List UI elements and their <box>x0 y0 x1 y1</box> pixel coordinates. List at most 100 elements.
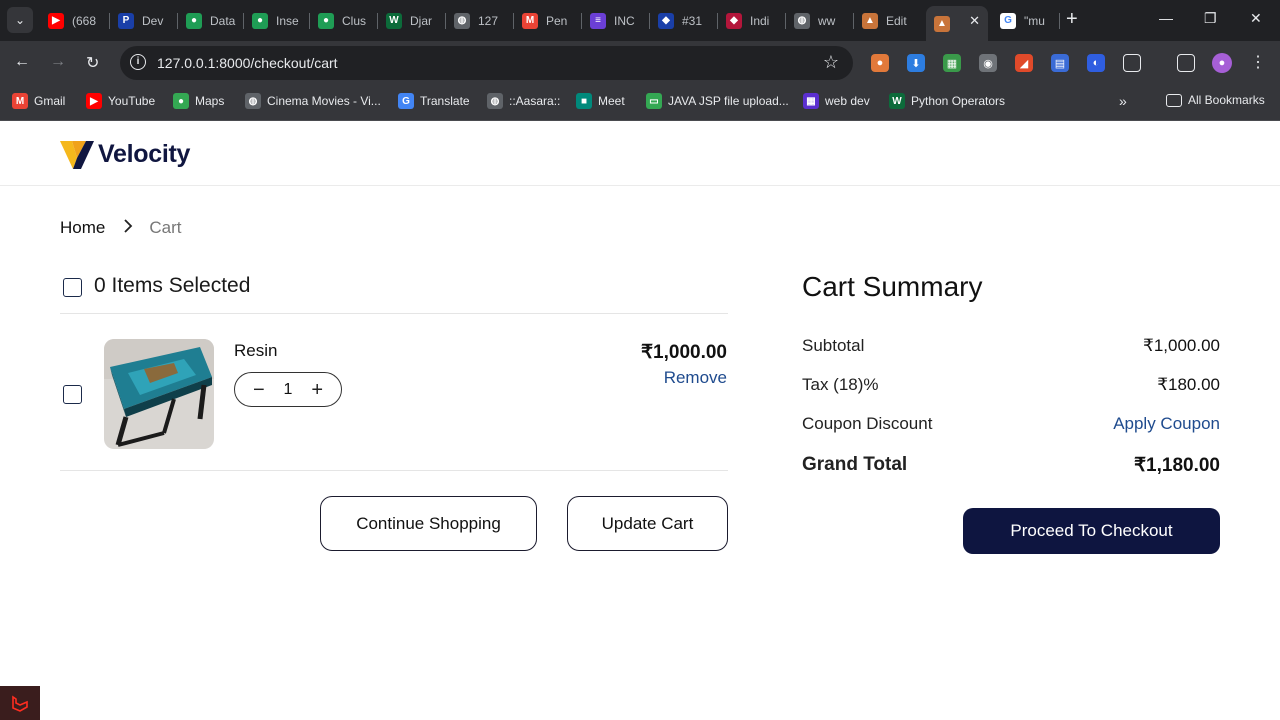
bookmarks-bar: M Gmail ▶ YouTube ● Maps ◍ Cinema Movies - V… <box>0 85 1280 121</box>
browser-toolbar: ← → ↻ i 127.0.0.1:8000/checkout/cart ☆ ●… <box>0 41 1280 85</box>
tab-title: INC <box>614 13 635 28</box>
apply-coupon-link[interactable]: Apply Coupon <box>1113 414 1220 434</box>
site-info-icon[interactable]: i <box>130 54 146 70</box>
tab-title: Dev <box>142 13 164 28</box>
bookmark-label: Translate <box>420 94 470 108</box>
globe-icon: ◍ <box>794 12 810 29</box>
quantity-stepper: − 1 + <box>234 372 342 407</box>
tab-title: 127 <box>478 13 499 28</box>
back-arrow-icon[interactable]: ← <box>14 53 30 71</box>
url-text[interactable]: 127.0.0.1:8000/checkout/cart <box>157 55 338 71</box>
forward-arrow-icon[interactable]: → <box>50 53 66 71</box>
extension-icon[interactable]: ◢ <box>1015 54 1033 72</box>
browser-tab[interactable]: ● Data <box>178 6 244 35</box>
velocity-logo-icon <box>60 141 94 169</box>
items-selected-label: 0 Items Selected <box>94 274 251 297</box>
close-window-icon[interactable]: ✕ <box>1250 10 1262 27</box>
browser-tab[interactable]: G "mu <box>992 6 1060 35</box>
minus-icon[interactable]: − <box>253 380 265 400</box>
bookmark-java-jsp[interactable]: ▭ JAVA JSP file upload... <box>646 93 789 109</box>
side-panel-icon[interactable] <box>1177 54 1195 72</box>
bookmark-label: Cinema Movies - Vi... <box>267 94 381 108</box>
browser-tab[interactable]: ▶ (668 <box>40 6 110 35</box>
subtotal-value: ₹1,000.00 <box>1143 336 1220 355</box>
profile-avatar-icon[interactable]: ● <box>1212 53 1232 73</box>
browser-tab[interactable]: ◍ 127 <box>446 6 514 35</box>
bookmark-gmail[interactable]: M Gmail <box>12 93 65 109</box>
bookmark-cinema[interactable]: ◍ Cinema Movies - Vi... <box>245 93 381 109</box>
product-thumbnail[interactable] <box>104 339 214 449</box>
tab-title: Inse <box>276 13 299 28</box>
product-name[interactable]: Resin <box>234 341 277 361</box>
bookmark-python-operators[interactable]: W Python Operators <box>889 93 1005 109</box>
bookmark-star-icon[interactable]: ☆ <box>823 52 839 73</box>
tab-title: Pen <box>546 13 568 28</box>
proceed-to-checkout-button[interactable]: Proceed To Checkout <box>963 508 1220 554</box>
breadcrumb-home-link[interactable]: Home <box>60 218 105 238</box>
browser-tab-active[interactable]: ▲ ✕ <box>926 6 988 41</box>
tab-title: #31 <box>682 13 703 28</box>
gmail-icon: M <box>12 93 28 109</box>
restore-icon[interactable]: ❐ <box>1204 10 1217 27</box>
more-bookmarks-chevron-icon[interactable]: » <box>1119 93 1127 109</box>
browser-tab[interactable]: ≡ INC <box>582 6 650 35</box>
tax-value: ₹180.00 <box>1157 375 1220 394</box>
tab-title: Indi <box>750 13 770 28</box>
puzzle-extensions-icon[interactable] <box>1123 54 1141 72</box>
sheet-extension-icon[interactable]: ▦ <box>943 54 961 72</box>
new-tab-button[interactable]: + <box>1066 9 1078 29</box>
continue-shopping-button[interactable]: Continue Shopping <box>320 496 537 551</box>
browser-tab[interactable]: ◍ ww <box>786 6 854 35</box>
select-all-checkbox[interactable] <box>63 278 82 297</box>
browser-tab[interactable]: ● Inse <box>244 6 310 35</box>
page-favicon-icon: ▦ <box>803 93 819 109</box>
remove-item-link[interactable]: Remove <box>664 368 727 388</box>
brand-name: Velocity <box>98 139 191 168</box>
tab-search-button[interactable]: ⌄ <box>7 7 33 33</box>
resin-table-image <box>104 339 214 449</box>
reload-icon[interactable]: ↻ <box>86 53 99 73</box>
plus-icon[interactable]: + <box>311 380 323 400</box>
bookmark-youtube[interactable]: ▶ YouTube <box>86 93 155 109</box>
bookmark-aasara[interactable]: ◍::Aasara:: <box>487 93 560 109</box>
coupon-discount-label: Coupon Discount <box>802 414 933 433</box>
extension-icon[interactable]: ▤ <box>1051 54 1069 72</box>
tab-title: Data <box>210 13 236 28</box>
bookmark-translate[interactable]: G Translate <box>398 93 470 109</box>
more-menu-icon[interactable]: ⋮ <box>1250 52 1266 72</box>
all-bookmarks[interactable]: All Bookmarks <box>1166 93 1265 107</box>
tax-label: Tax (18)% <box>802 375 879 394</box>
quantity-value[interactable]: 1 <box>284 381 293 399</box>
browser-tab[interactable]: ● Clus <box>310 6 378 35</box>
bookmark-maps[interactable]: ● Maps <box>173 93 224 109</box>
w3schools-icon: W <box>386 12 402 29</box>
browser-tab[interactable]: M Pen <box>514 6 582 35</box>
browser-tab[interactable]: ◆ Indi <box>718 6 786 35</box>
cart-summary-title: Cart Summary <box>802 271 983 302</box>
tab-title: Djar <box>410 13 433 28</box>
download-extension-icon[interactable]: ⬇ <box>907 54 925 72</box>
page-favicon-icon: P <box>118 12 134 29</box>
browser-tab[interactable]: ◆ #31 <box>650 6 718 35</box>
close-tab-icon[interactable]: ✕ <box>969 13 980 29</box>
browser-tab[interactable]: W Djar <box>378 6 446 35</box>
extension-icon[interactable]: ◐ <box>1087 54 1105 72</box>
link-icon: ▭ <box>646 93 662 109</box>
update-cart-button[interactable]: Update Cart <box>567 496 728 551</box>
minimize-icon[interactable]: — <box>1159 10 1173 26</box>
browser-tab[interactable]: P Dev <box>110 6 178 35</box>
item-select-checkbox[interactable] <box>63 385 82 404</box>
app-favicon-icon: ▲ <box>862 12 878 29</box>
globe-icon: ◍ <box>487 93 503 109</box>
bookmark-web-dev[interactable]: ▦ web dev <box>803 93 870 109</box>
meet-icon: ■ <box>576 93 592 109</box>
browser-tab[interactable]: ▲ Edit <box>854 6 926 35</box>
bookmark-meet[interactable]: ■ Meet <box>576 93 625 109</box>
page-favicon-icon: ◆ <box>658 12 674 29</box>
camera-extension-icon[interactable]: ◉ <box>979 54 997 72</box>
cookie-extension-icon[interactable]: ● <box>871 54 889 72</box>
site-logo[interactable]: Velocity <box>60 138 190 170</box>
subtotal-label: Subtotal <box>802 336 865 355</box>
address-bar[interactable]: i 127.0.0.1:8000/checkout/cart ☆ <box>120 46 853 80</box>
laravel-debug-icon[interactable] <box>0 686 40 720</box>
